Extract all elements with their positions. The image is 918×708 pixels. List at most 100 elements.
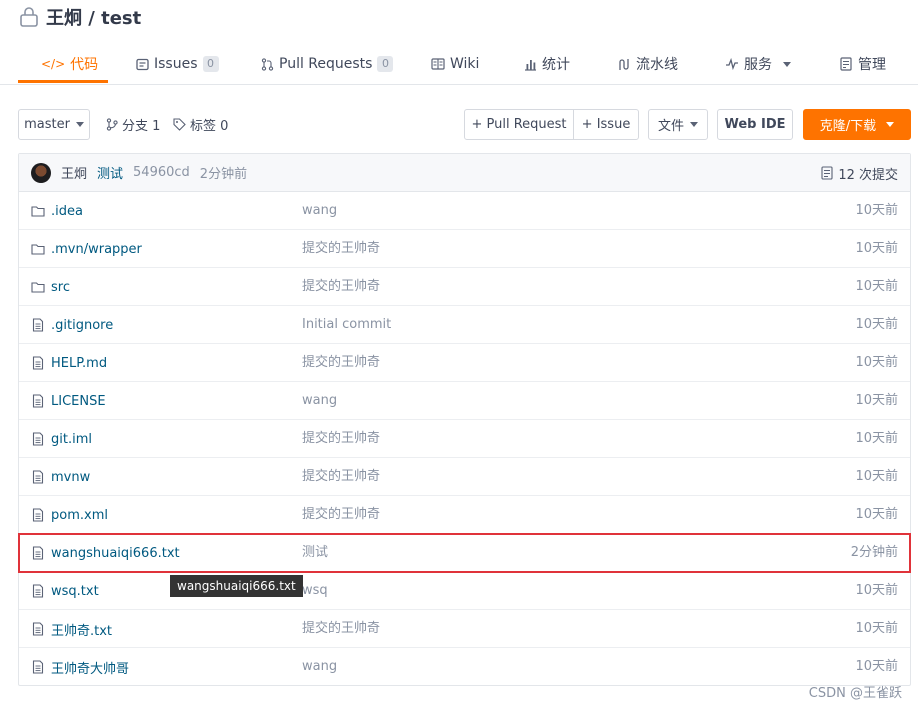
tab-stats[interactable]: 统计 xyxy=(524,44,570,84)
tab-services[interactable]: 服务 xyxy=(725,44,791,84)
services-icon xyxy=(726,58,738,70)
file-icon xyxy=(32,470,44,484)
tab-code[interactable]: </> 代码 xyxy=(41,44,98,84)
file-row[interactable]: wsq.txt wsq 10天前 xyxy=(19,572,910,610)
tab-label: 服务 xyxy=(744,57,772,73)
document-icon xyxy=(821,166,833,180)
file-commit-time: 2分钟前 xyxy=(850,545,898,560)
branches-link[interactable]: 分支 1 xyxy=(106,109,160,140)
file-commit-message[interactable]: 提交的王帅奇 xyxy=(302,610,380,648)
new-pull-request-button[interactable]: + Pull Request xyxy=(464,109,574,140)
tags-link[interactable]: 标签 0 xyxy=(173,109,228,140)
file-name-link[interactable]: mvnw xyxy=(31,458,90,496)
file-icon xyxy=(32,432,44,446)
file-name-link[interactable]: wsq.txt xyxy=(31,572,99,610)
file-commit-time: 10天前 xyxy=(855,241,898,256)
commit-count: 12 次提交 xyxy=(838,167,898,183)
file-name-link[interactable]: .idea xyxy=(31,192,83,230)
wiki-icon xyxy=(431,58,445,70)
clone-download-button[interactable]: 克隆/下载 xyxy=(803,109,911,140)
code-icon: </> xyxy=(41,57,66,71)
file-name-link[interactable]: 王帅奇大帅哥 xyxy=(31,648,129,686)
file-commit-message[interactable]: 提交的王帅奇 xyxy=(302,420,380,458)
file-row[interactable]: pom.xml 提交的王帅奇 10天前 xyxy=(19,496,910,534)
new-issue-button[interactable]: + Issue xyxy=(573,109,639,140)
file-name: src xyxy=(51,279,70,295)
file-name-link[interactable]: pom.xml xyxy=(31,496,108,534)
lock-icon xyxy=(20,7,38,27)
file-name-link[interactable]: src xyxy=(31,268,70,306)
tab-pull-requests[interactable]: Pull Requests 0 xyxy=(261,44,394,84)
file-icon xyxy=(32,318,44,332)
file-row[interactable]: LICENSE wang 10天前 xyxy=(19,382,910,420)
chevron-down-icon xyxy=(75,122,84,127)
commit-time: 2分钟前 xyxy=(199,167,248,182)
tab-pipeline[interactable]: 流水线 xyxy=(618,44,678,84)
issues-count-badge: 0 xyxy=(202,56,219,72)
file-icon xyxy=(32,660,44,674)
files-dropdown[interactable]: 文件 xyxy=(648,109,708,140)
file-commit-time: 10天前 xyxy=(855,393,898,408)
commit-hash[interactable]: 54960cd xyxy=(133,165,190,180)
file-row[interactable]: .idea wang 10天前 xyxy=(19,192,910,230)
file-name-link[interactable]: git.iml xyxy=(31,420,92,458)
file-name-link[interactable]: HELP.md xyxy=(31,344,107,382)
file-name-link[interactable]: LICENSE xyxy=(31,382,106,420)
file-name: wangshuaiqi666.txt xyxy=(51,545,180,561)
file-commit-time: 10天前 xyxy=(855,431,898,446)
branch-select[interactable]: master xyxy=(18,109,90,140)
file-name: .idea xyxy=(51,203,83,219)
tab-label: Issues xyxy=(154,56,198,72)
file-row[interactable]: .gitignore Initial commit 10天前 xyxy=(19,306,910,344)
pipeline-icon xyxy=(619,58,629,70)
web-ide-button[interactable]: Web IDE xyxy=(717,109,793,140)
file-commit-message[interactable]: 提交的王帅奇 xyxy=(302,268,380,306)
file-commit-time: 10天前 xyxy=(855,203,898,218)
file-commit-message[interactable]: wang xyxy=(302,192,337,230)
file-icon xyxy=(32,394,44,408)
file-name-link[interactable]: wangshuaiqi666.txt xyxy=(31,534,180,572)
file-list: .idea wang 10天前 .mvn/wrapper 提交的王帅奇 10天前 src 提交… xyxy=(18,192,911,686)
file-name: mvnw xyxy=(51,469,91,485)
file-commit-message[interactable]: Initial commit xyxy=(302,306,391,344)
pr-count-badge: 0 xyxy=(377,56,394,72)
file-row[interactable]: 王帅奇大帅哥 wang 10天前 xyxy=(19,648,910,686)
commit-count-link[interactable]: 12 次提交 xyxy=(821,154,898,192)
avatar[interactable] xyxy=(31,162,51,183)
tab-manage[interactable]: 管理 xyxy=(840,44,886,84)
tab-label: 管理 xyxy=(858,57,886,73)
commit-author[interactable]: 王炯 xyxy=(61,163,87,182)
latest-commit-bar: 王炯 测试 54960cd 2分钟前 12 次提交 xyxy=(19,154,910,192)
file-row[interactable]: 王帅奇.txt 提交的王帅奇 10天前 xyxy=(19,610,910,648)
file-name-link[interactable]: .gitignore xyxy=(31,306,113,344)
file-commit-message[interactable]: wsq xyxy=(302,572,328,610)
file-commit-message[interactable]: 提交的王帅奇 xyxy=(302,344,380,382)
tab-wiki[interactable]: Wiki xyxy=(431,44,479,84)
file-icon xyxy=(32,356,44,370)
pull-request-icon xyxy=(261,57,274,71)
file-row[interactable]: git.iml 提交的王帅奇 10天前 xyxy=(19,420,910,458)
file-commit-message[interactable]: 测试 xyxy=(302,534,328,572)
file-commit-message[interactable]: wang xyxy=(302,648,337,686)
file-row[interactable]: HELP.md 提交的王帅奇 10天前 xyxy=(19,344,910,382)
file-commit-message[interactable]: wang xyxy=(302,382,337,420)
tab-label: Wiki xyxy=(450,56,480,72)
file-commit-message[interactable]: 提交的王帅奇 xyxy=(302,230,380,268)
file-row[interactable]: src 提交的王帅奇 10天前 xyxy=(19,268,910,306)
file-row[interactable]: .mvn/wrapper 提交的王帅奇 10天前 xyxy=(19,230,910,268)
file-row[interactable]: mvnw 提交的王帅奇 10天前 xyxy=(19,458,910,496)
file-commit-message[interactable]: 提交的王帅奇 xyxy=(302,458,380,496)
commit-message[interactable]: 测试 xyxy=(97,163,123,182)
file-row[interactable]: wangshuaiqi666.txt 测试 2分钟前 xyxy=(18,533,911,573)
clone-label: 克隆/下载 xyxy=(819,119,877,134)
file-name: pom.xml xyxy=(51,507,108,523)
tab-label: 统计 xyxy=(542,57,570,73)
active-tab-indicator xyxy=(18,80,108,83)
branches-label: 分支 1 xyxy=(122,119,161,134)
file-commit-message[interactable]: 提交的王帅奇 xyxy=(302,496,380,534)
tab-issues[interactable]: Issues 0 xyxy=(136,44,219,84)
file-name-link[interactable]: .mvn/wrapper xyxy=(31,230,142,268)
repo-title[interactable]: 王炯 / test xyxy=(46,4,141,30)
file-name-link[interactable]: 王帅奇.txt xyxy=(31,610,112,648)
folder-icon xyxy=(31,206,45,217)
